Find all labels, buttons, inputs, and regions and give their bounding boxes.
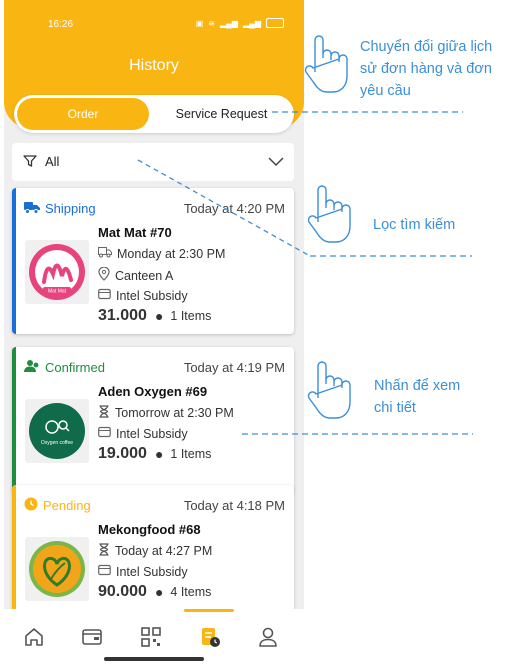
annotation-line: sử đơn hàng và đơn xyxy=(360,61,492,77)
hand-pointer-icon xyxy=(304,35,348,93)
hand-pointer-icon xyxy=(307,185,351,243)
annotation-filter: Lọc tìm kiếm xyxy=(373,217,456,233)
annotation-line: yêu cầu xyxy=(360,83,411,99)
annotation-line: Chuyển đổi giữa lịch xyxy=(360,39,493,55)
annotation-detail: Nhấn để xem chi tiết xyxy=(374,375,460,419)
filter-guide-diagonal xyxy=(137,159,311,257)
annotation-switch: Chuyển đổi giữa lịch sử đơn hàng và đơn … xyxy=(360,36,492,102)
hand-pointer-icon xyxy=(307,361,351,419)
annotation-line: Nhấn để xem xyxy=(374,378,461,394)
annotation-line: chi tiết xyxy=(374,400,416,416)
